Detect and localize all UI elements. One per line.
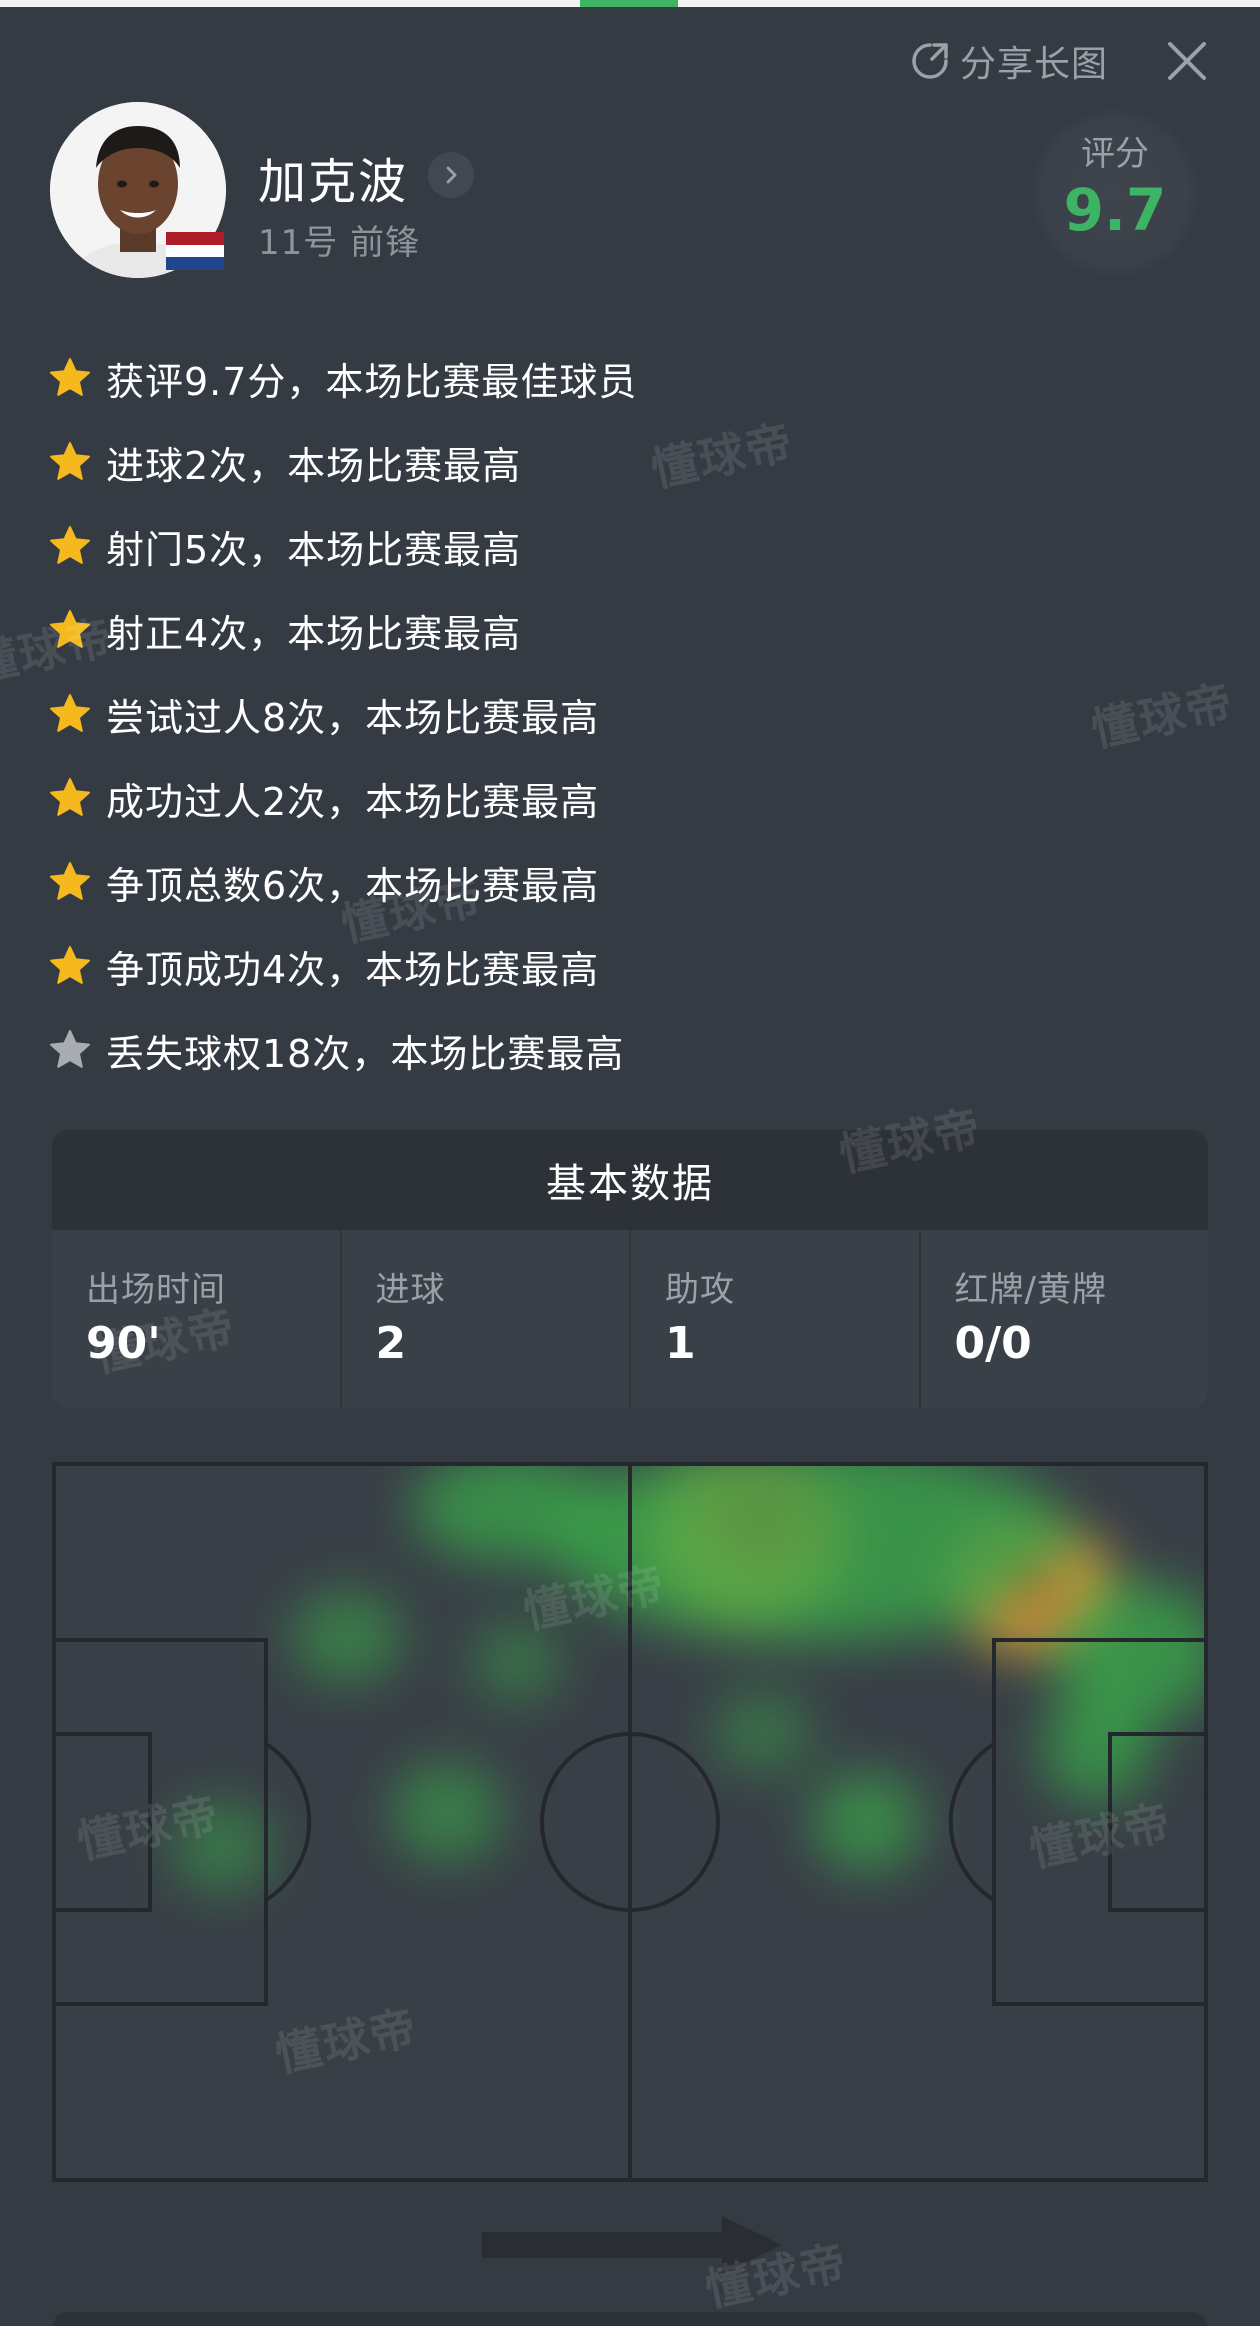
silver-star-icon — [48, 1028, 92, 1072]
highlight-item: 尝试过人8次，本场比赛最高 — [48, 672, 1208, 756]
stat-label: 助攻 — [665, 1270, 735, 1310]
gold-star-icon — [48, 440, 92, 484]
close-button[interactable] — [1164, 38, 1210, 84]
netherlands-flag-icon — [166, 232, 224, 270]
share-long-image-button[interactable]: 分享长图 — [908, 36, 1108, 86]
player-number-position: 11号 前锋 — [258, 223, 421, 263]
highlight-text: 射门5次，本场比赛最高 — [106, 527, 522, 572]
highlight-text: 获评9.7分，本场比赛最佳球员 — [106, 359, 638, 404]
stat-value: 1 — [665, 1318, 696, 1369]
highlight-item: 获评9.7分，本场比赛最佳球员 — [48, 336, 1208, 420]
basic-stats-card: 基本数据 出场时间 90' 进球 2 助攻 1 红牌/黄牌 0/0 — [52, 1130, 1208, 1408]
stat-value: 2 — [375, 1318, 407, 1369]
rating-label: 评分 — [1081, 134, 1149, 174]
gold-star-icon — [48, 860, 92, 904]
highlight-item: 争顶成功4次，本场比赛最高 — [48, 924, 1208, 1008]
gold-star-icon — [48, 524, 92, 568]
stat-value: 0/0 — [954, 1318, 1032, 1369]
share-label: 分享长图 — [960, 44, 1109, 85]
gold-star-icon — [48, 944, 92, 988]
gold-star-icon — [48, 692, 92, 736]
stat-label: 进球 — [375, 1270, 446, 1310]
stat-assists: 助攻 1 — [631, 1230, 921, 1408]
basic-stats-row: 出场时间 90' 进球 2 助攻 1 红牌/黄牌 0/0 — [52, 1230, 1208, 1408]
gold-star-icon — [48, 776, 92, 820]
rating-value: 9.7 — [1063, 176, 1167, 244]
basic-stats-title: 基本数据 — [52, 1130, 1208, 1230]
highlight-text: 争顶总数6次，本场比赛最高 — [106, 863, 600, 908]
stat-goals: 进球 2 — [342, 1230, 631, 1408]
stat-value: 90' — [86, 1318, 161, 1369]
top-strip-accent — [580, 0, 678, 7]
stat-label: 出场时间 — [86, 1270, 226, 1310]
heatmap-pitch — [52, 1462, 1208, 2182]
highlight-text: 丢失球权18次，本场比赛最高 — [106, 1031, 625, 1076]
highlight-text: 尝试过人8次，本场比赛最高 — [106, 695, 600, 740]
highlight-text: 成功过人2次，本场比赛最高 — [106, 779, 600, 824]
highlight-item: 进球2次，本场比赛最高 — [48, 420, 1208, 504]
highlight-item: 成功过人2次，本场比赛最高 — [48, 756, 1208, 840]
highlight-text: 争顶成功4次，本场比赛最高 — [106, 947, 600, 992]
highlight-text: 射正4次，本场比赛最高 — [106, 611, 522, 656]
gold-star-icon — [48, 356, 92, 400]
player-profile-link[interactable] — [428, 152, 474, 198]
highlight-item: 丢失球权18次，本场比赛最高 — [48, 1008, 1208, 1092]
stat-minutes: 出场时间 90' — [52, 1230, 342, 1408]
player-name: 加克波 — [258, 154, 409, 210]
chevron-right-icon — [446, 166, 457, 184]
highlight-text: 进球2次，本场比赛最高 — [106, 443, 522, 488]
attack-direction-arrow — [482, 2216, 782, 2274]
stat-label: 红牌/黄牌 — [954, 1270, 1107, 1310]
rating-badge: 评分 9.7 — [1030, 108, 1200, 278]
close-icon — [1168, 42, 1206, 80]
highlights-list: 获评9.7分，本场比赛最佳球员 进球2次，本场比赛最高 射门5次，本场比赛最高 射正4… — [48, 336, 1208, 1092]
next-section-edge — [52, 2312, 1208, 2326]
pitch-lines — [52, 1462, 1208, 2182]
player-detail-page: 分享长图 加克波 11号 前锋 评分 9.7 获评9.7分，本场比赛最佳球员 进… — [0, 0, 1260, 2326]
highlight-item: 射门5次，本场比赛最高 — [48, 504, 1208, 588]
stat-cards: 红牌/黄牌 0/0 — [921, 1230, 1209, 1408]
share-icon — [912, 43, 948, 79]
highlight-item: 射正4次，本场比赛最高 — [48, 588, 1208, 672]
highlight-item: 争顶总数6次，本场比赛最高 — [48, 840, 1208, 924]
gold-star-icon — [48, 608, 92, 652]
